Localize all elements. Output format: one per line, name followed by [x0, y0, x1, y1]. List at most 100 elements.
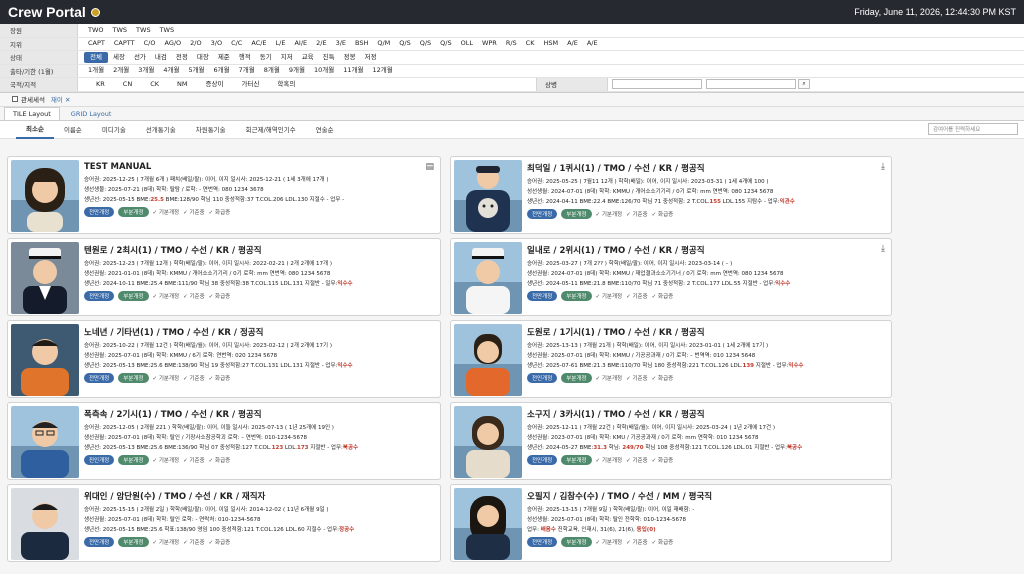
filter-option[interactable]: 선가: [130, 52, 150, 63]
filter-option[interactable]: 전정: [172, 52, 192, 63]
filter-option[interactable]: 10개월: [310, 65, 338, 76]
crew-photo[interactable]: [454, 160, 522, 232]
filter-option[interactable]: 5개월: [184, 65, 208, 76]
partial-revision-button[interactable]: 부분개정: [561, 291, 592, 301]
filter-option[interactable]: AG/O: [160, 38, 185, 49]
filter-option[interactable]: 대장: [193, 52, 213, 63]
search-icon[interactable]: ⌕: [798, 79, 810, 90]
crew-photo[interactable]: [11, 242, 79, 314]
filter-option[interactable]: TWS: [156, 25, 179, 36]
crew-photo[interactable]: [11, 160, 79, 232]
filter-option[interactable]: 내검: [151, 52, 171, 63]
full-revision-button[interactable]: 전만개정: [527, 537, 558, 547]
sort-tab[interactable]: 미디기술: [92, 120, 136, 139]
crew-card[interactable]: 도원로 / 1기시(1) / TMO / 수선 / KR / 평공직 승어권: 2…: [450, 320, 892, 398]
document-icon[interactable]: ▤: [425, 162, 434, 172]
filter-option[interactable]: 제준: [214, 52, 234, 63]
filter-option[interactable]: 행적: [235, 52, 255, 63]
close-icon[interactable]: ✕: [65, 96, 70, 104]
filter-option[interactable]: 전체: [84, 51, 108, 63]
nationality-option[interactable]: 증상이: [201, 79, 227, 90]
nationality-option[interactable]: 학혹의: [273, 79, 299, 90]
status-select[interactable]: [612, 79, 702, 90]
filter-option[interactable]: AC/E: [247, 38, 270, 49]
partial-revision-button[interactable]: 부분개정: [118, 291, 149, 301]
checkbox-icon[interactable]: [12, 96, 18, 102]
filter-option[interactable]: 세장: [109, 52, 129, 63]
crew-card[interactable]: 오필지 / 김참수(수) / TMO / 수선 / MM / 평국직 승어권: 2…: [450, 484, 892, 562]
filter-option[interactable]: 12개월: [368, 65, 396, 76]
crew-card[interactable]: 폭측속 / 2기시(1) / TMO / 수선 / KR / 평공직 승어권: 2…: [7, 402, 441, 480]
filter-option[interactable]: C/C: [227, 38, 246, 49]
filter-option[interactable]: HSM: [539, 38, 562, 49]
sort-tab[interactable]: 이름순: [54, 120, 92, 139]
search-input[interactable]: [706, 79, 796, 90]
filter-option[interactable]: TWS: [109, 25, 132, 36]
download-icon[interactable]: ⤓: [881, 244, 885, 254]
crew-card[interactable]: 위대인 / 암단원(수) / TMO / 수선 / KR / 재직자 승어권: 2…: [7, 484, 441, 562]
filter-option[interactable]: CAPTT: [110, 38, 139, 49]
filter-option[interactable]: OLL: [457, 38, 477, 49]
filter-option[interactable]: Q/S: [395, 38, 414, 49]
filter-option[interactable]: 9개월: [285, 65, 309, 76]
filter-option[interactable]: 4개월: [159, 65, 183, 76]
partial-revision-button[interactable]: 부분개정: [118, 537, 149, 547]
sort-tab[interactable]: 최소순: [16, 120, 54, 139]
filter-option[interactable]: 정봉: [340, 52, 360, 63]
crew-photo[interactable]: [11, 324, 79, 396]
filter-option[interactable]: 동기: [256, 52, 276, 63]
filter-option[interactable]: 7개월: [235, 65, 259, 76]
crew-card[interactable]: 소구지 / 3카시(1) / TMO / 수선 / KR / 평공직 승어권: 2…: [450, 402, 892, 480]
filter-option[interactable]: R/S: [502, 38, 521, 49]
filter-option[interactable]: AI/E: [290, 38, 311, 49]
crew-photo[interactable]: [454, 242, 522, 314]
crew-card[interactable]: 일내로 / 2위시(1) / TMO / 수선 / KR / 평공직 승어권: 2…: [450, 238, 892, 316]
partial-revision-button[interactable]: 부분개정: [561, 537, 592, 547]
nationality-option[interactable]: KR: [92, 79, 109, 90]
download-icon[interactable]: ⤓: [881, 162, 885, 172]
filter-option[interactable]: BSH: [351, 38, 372, 49]
full-revision-button[interactable]: 전인개정: [527, 373, 558, 383]
crew-card[interactable]: 노네년 / 기타년(1) / TMO / 수선 / KR / 정공직 승어권: 2…: [7, 320, 441, 398]
crew-card[interactable]: 텐원로 / 2최시(1) / TMO / 수선 / KR / 평공직 승어권: 2…: [7, 238, 441, 316]
crew-card[interactable]: TEST MANUAL 승어권: 2025-12-25 ( 7개월 6개 ) 패치…: [7, 156, 441, 234]
full-revision-button[interactable]: 전만개정: [84, 207, 115, 217]
partial-revision-button[interactable]: 부분개정: [561, 455, 592, 465]
nationality-option[interactable]: NM: [173, 79, 191, 90]
filter-option[interactable]: C/O: [140, 38, 160, 49]
filter-search-input[interactable]: 감여어를 진력하세요: [928, 123, 1018, 135]
filter-option[interactable]: 8개월: [260, 65, 284, 76]
partial-revision-button[interactable]: 부분개정: [118, 373, 149, 383]
tab-grid-layout[interactable]: GRID Layout: [62, 107, 121, 120]
nationality-option[interactable]: CK: [146, 79, 163, 90]
filter-option[interactable]: A/E: [563, 38, 582, 49]
filter-option[interactable]: TWO: [84, 25, 108, 36]
partial-revision-button[interactable]: 부분개정: [561, 209, 592, 219]
partial-revision-button[interactable]: 부분개정: [561, 373, 592, 383]
filter-option[interactable]: 11개월: [339, 65, 367, 76]
crew-photo[interactable]: [454, 406, 522, 478]
filter-option[interactable]: 1개월: [84, 65, 108, 76]
nationality-option[interactable]: CN: [119, 79, 136, 90]
sort-tab[interactable]: 차원통기술: [186, 120, 236, 139]
sort-tab[interactable]: 연술순: [306, 120, 344, 139]
crew-photo[interactable]: [454, 324, 522, 396]
filter-option[interactable]: WPR: [478, 38, 501, 49]
filter-chip[interactable]: 재이 ✕: [51, 94, 71, 104]
nationality-option[interactable]: 가터신: [237, 79, 263, 90]
filter-option[interactable]: CK: [522, 38, 539, 49]
filter-option[interactable]: 6개월: [210, 65, 234, 76]
filter-option[interactable]: Q/S: [436, 38, 455, 49]
filter-option[interactable]: 교육: [298, 52, 318, 63]
filter-option[interactable]: 3개월: [134, 65, 158, 76]
filter-option[interactable]: L/E: [272, 38, 290, 49]
crew-photo[interactable]: [11, 406, 79, 478]
full-revision-button[interactable]: 전만개정: [84, 537, 115, 547]
filter-option[interactable]: 2개월: [109, 65, 133, 76]
filter-option[interactable]: Q/S: [416, 38, 435, 49]
filter-option[interactable]: 3/O: [207, 38, 226, 49]
crew-card[interactable]: 최덕일 / 1퀴시(1) / TMO / 수선 / KR / 평공직 승어권: 2…: [450, 156, 892, 234]
filter-option[interactable]: 저정: [361, 52, 381, 63]
full-revision-button[interactable]: 전만개정: [527, 209, 558, 219]
full-revision-button[interactable]: 전인개정: [527, 455, 558, 465]
